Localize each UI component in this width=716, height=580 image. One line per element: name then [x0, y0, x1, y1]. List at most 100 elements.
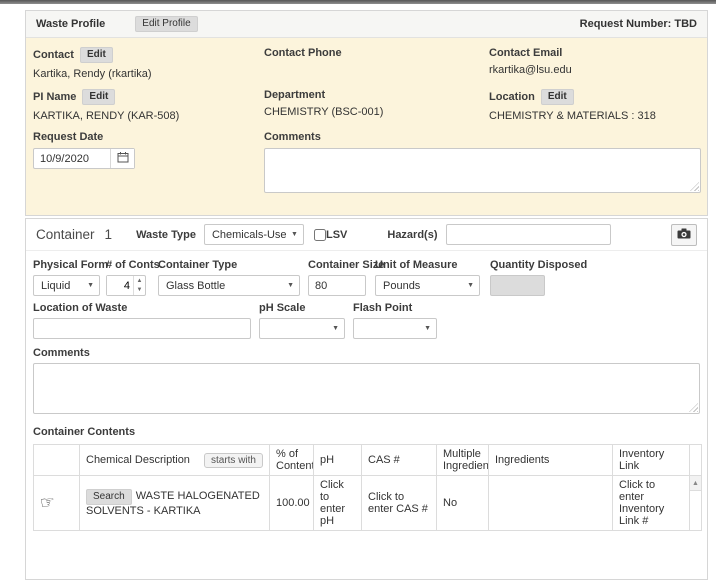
location-of-waste-label: Location of Waste: [33, 302, 251, 314]
flash-point-select[interactable]: ▼: [353, 318, 437, 339]
hazards-input[interactable]: [446, 224, 611, 245]
contact-phone-field: Contact Phone: [264, 47, 489, 80]
location-label: Location: [489, 91, 535, 103]
window-top-bar: [0, 0, 716, 4]
page-title: Waste Profile: [36, 18, 105, 30]
waste-type-label: Waste Type: [136, 229, 196, 241]
department-field: Department CHEMISTRY (BSC-001): [264, 89, 489, 122]
request-date-label: Request Date: [33, 131, 103, 143]
ph-scale-select[interactable]: ▼: [259, 318, 345, 339]
num-conts-field: # of Conts. ▲ ▼: [106, 259, 146, 296]
waste-profile-header: Waste Profile Edit Profile Request Numbe…: [26, 11, 707, 38]
quantity-disposed-label: Quantity Disposed: [490, 259, 588, 271]
container-size-input[interactable]: [308, 275, 366, 296]
pi-name-value: KARTIKA, RENDY (KAR-508): [33, 110, 264, 122]
calendar-button[interactable]: [110, 149, 134, 168]
cas-cell[interactable]: Click to enter CAS #: [362, 476, 437, 531]
physical-form-value: Liquid: [41, 280, 70, 292]
search-button[interactable]: Search: [86, 489, 132, 505]
profile-comments-field: Comments: [264, 131, 700, 193]
table-scrollbar-header: [690, 445, 702, 476]
inventory-link-cell[interactable]: Click to enter Inventory Link #: [613, 476, 690, 531]
unit-of-measure-select[interactable]: Pounds ▼: [375, 275, 480, 296]
waste-profile-body: Contact Edit Kartika, Rendy (rkartika) C…: [26, 38, 707, 215]
physical-form-select[interactable]: Liquid ▼: [33, 275, 100, 296]
camera-button[interactable]: [671, 224, 697, 246]
location-of-waste-input[interactable]: [33, 318, 251, 339]
request-date-input[interactable]: [34, 149, 110, 168]
cas-header: CAS #: [362, 445, 437, 476]
hazards-label: Hazard(s): [387, 229, 437, 241]
ph-header: pH: [314, 445, 362, 476]
row-selector-cell[interactable]: ☞: [34, 476, 80, 531]
pi-name-field: PI Name Edit KARTIKA, RENDY (KAR-508): [33, 89, 264, 122]
physical-form-field: Physical Form Liquid ▼: [33, 259, 100, 296]
chemical-description-header-label: Chemical Description: [86, 454, 190, 466]
request-number-label: Request Number:: [580, 18, 672, 30]
flash-point-field: Flash Point ▼: [353, 302, 437, 339]
waste-type-select[interactable]: Chemicals-Used ▼: [204, 224, 304, 245]
profile-comments-label: Comments: [264, 131, 321, 143]
unit-of-measure-value: Pounds: [383, 280, 420, 292]
request-date-picker: [33, 148, 135, 169]
container-size-field: Container Size: [308, 259, 366, 296]
ph-scale-field: pH Scale ▼: [259, 302, 345, 339]
chevron-down-icon: ▼: [467, 282, 474, 289]
flash-point-label: Flash Point: [353, 302, 437, 314]
lsv-label: LSV: [326, 229, 347, 241]
container-type-select[interactable]: Glass Bottle ▼: [158, 275, 300, 296]
contact-email-label: Contact Email: [489, 47, 562, 59]
request-number: Request Number: TBD: [580, 18, 697, 30]
unit-of-measure-field: Unit of Measure Pounds ▼: [375, 259, 480, 296]
profile-comments-textarea[interactable]: [264, 148, 701, 193]
num-conts-stepper: ▲ ▼: [106, 275, 146, 296]
container-comments-field: Comments: [33, 347, 700, 414]
container-panel: Container 1 Waste Type Chemicals-Used ▼ …: [25, 218, 708, 580]
location-edit-button[interactable]: Edit: [541, 89, 574, 105]
pi-name-label: PI Name: [33, 91, 76, 103]
contact-field: Contact Edit Kartika, Rendy (rkartika): [33, 47, 264, 80]
ph-cell[interactable]: Click to enter pH: [314, 476, 362, 531]
contact-email-value: rkartika@lsu.edu: [489, 64, 700, 76]
chevron-down-icon: ▼: [287, 282, 294, 289]
row-pointer-icon: ☞: [39, 492, 57, 514]
contact-phone-value: [264, 64, 489, 76]
edit-profile-button[interactable]: Edit Profile: [135, 16, 197, 32]
table-row: ☞ SearchWASTE HALOGENATED SOLVENTS - KAR…: [34, 476, 702, 531]
contact-phone-label: Contact Phone: [264, 47, 342, 59]
num-conts-label: # of Conts.: [106, 259, 146, 271]
contact-edit-button[interactable]: Edit: [80, 47, 113, 63]
camera-icon: [677, 228, 691, 242]
unit-of-measure-label: Unit of Measure: [375, 259, 480, 271]
container-comments-label: Comments: [33, 347, 700, 359]
container-type-label: Container Type: [158, 259, 300, 271]
multiple-ingredients-cell[interactable]: No: [437, 476, 489, 531]
pct-content-header: % of Content: [270, 445, 314, 476]
starts-with-button[interactable]: starts with: [204, 453, 263, 468]
lsv-checkbox[interactable]: [314, 229, 326, 241]
num-conts-input[interactable]: [107, 276, 133, 295]
location-of-waste-field: Location of Waste: [33, 302, 251, 339]
container-header: Container 1 Waste Type Chemicals-Used ▼ …: [26, 219, 707, 251]
table-header-row: Chemical Description starts with % of Co…: [34, 445, 702, 476]
quantity-disposed-field: Quantity Disposed: [490, 259, 588, 296]
inventory-link-header: Inventory Link: [613, 445, 690, 476]
table-scrollbar[interactable]: ▲: [690, 476, 702, 531]
quantity-disposed-input: [490, 275, 545, 296]
container-comments-textarea[interactable]: [33, 363, 700, 414]
chevron-down-icon: ▼: [424, 325, 431, 332]
pi-name-edit-button[interactable]: Edit: [82, 89, 115, 105]
stepper-up-icon[interactable]: ▲: [134, 276, 145, 286]
request-number-value: TBD: [674, 18, 697, 30]
location-value: CHEMISTRY & MATERIALS : 318: [489, 110, 700, 122]
container-type-value: Glass Bottle: [166, 280, 225, 292]
row-selector-header: [34, 445, 80, 476]
ingredients-cell[interactable]: [489, 476, 613, 531]
container-title: Container: [36, 227, 95, 242]
container-contents-title: Container Contents: [33, 426, 700, 438]
pct-content-cell: 100.00: [270, 476, 314, 531]
container-contents-table: Chemical Description starts with % of Co…: [33, 444, 702, 531]
request-date-field: Request Date: [33, 131, 264, 193]
scroll-up-icon[interactable]: ▲: [690, 476, 701, 491]
stepper-down-icon[interactable]: ▼: [134, 286, 145, 296]
